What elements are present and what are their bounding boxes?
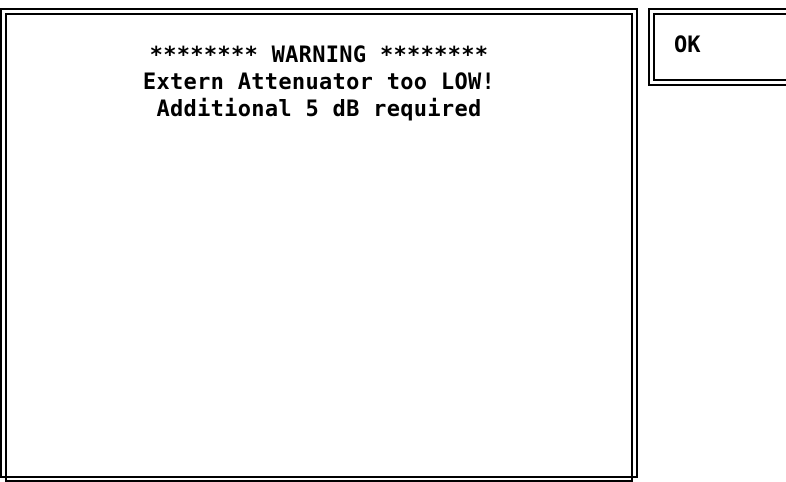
ok-button-label: OK xyxy=(674,33,701,58)
ok-button-frame xyxy=(653,13,786,81)
warning-message: ******** WARNING ******** Extern Attenua… xyxy=(2,42,636,123)
warning-detail: Additional 5 dB required xyxy=(156,97,482,122)
warning-dialog: ******** WARNING ******** Extern Attenua… xyxy=(0,8,638,482)
ok-button[interactable]: OK xyxy=(648,8,786,86)
warning-text: Extern Attenuator too LOW! xyxy=(142,70,496,95)
warning-header: ******** WARNING ******** xyxy=(149,43,489,68)
